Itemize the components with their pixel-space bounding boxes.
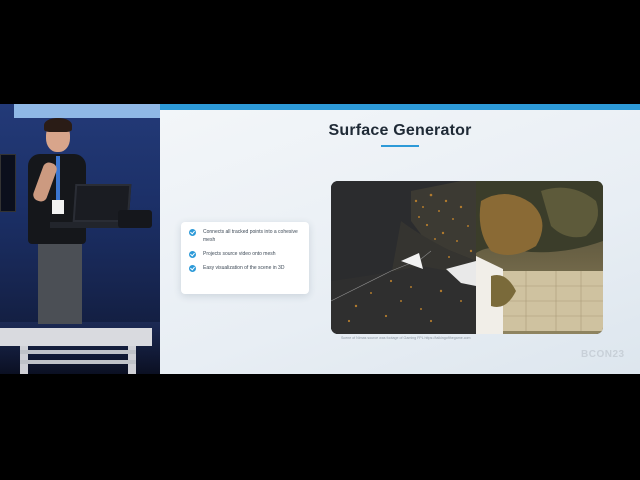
podium-rail bbox=[20, 360, 136, 364]
speaker-hair bbox=[44, 118, 72, 132]
speaker-badge bbox=[52, 200, 64, 214]
check-circle-icon bbox=[189, 251, 196, 258]
speaker-legs bbox=[38, 244, 82, 324]
bullet-text: Connects all tracked points into a cohes… bbox=[203, 229, 298, 243]
slide-top-bar bbox=[160, 104, 640, 110]
presentation-slide: Surface Generator Connects all tracked p… bbox=[160, 104, 640, 374]
mesh-comparison-image bbox=[331, 181, 603, 334]
background-screen bbox=[14, 104, 160, 118]
camera-device bbox=[118, 210, 152, 228]
bullet-card: Connects all tracked points into a cohes… bbox=[181, 222, 309, 294]
speaker-camera-view bbox=[0, 104, 160, 374]
check-circle-icon bbox=[189, 265, 196, 272]
bullet-item: Projects source video onto mesh bbox=[189, 250, 303, 258]
image-caption: Scene of Nimas source was footage of Gam… bbox=[341, 336, 471, 340]
title-underline bbox=[381, 145, 419, 147]
podium bbox=[0, 328, 152, 346]
podium-rail bbox=[20, 350, 136, 354]
bullet-text: Easy visualization of the scene in 3D bbox=[203, 265, 285, 271]
video-frame: Surface Generator Connects all tracked p… bbox=[0, 0, 640, 480]
bullet-item: Easy visualization of the scene in 3D bbox=[189, 264, 303, 272]
speaker-lanyard bbox=[56, 156, 60, 204]
bullet-text: Projects source video onto mesh bbox=[203, 251, 276, 257]
slide-title: Surface Generator bbox=[328, 122, 472, 139]
mesh-render-graphic bbox=[331, 181, 603, 334]
bullet-item: Connects all tracked points into a cohes… bbox=[189, 228, 303, 244]
check-circle-icon bbox=[189, 229, 196, 236]
stage-monitor bbox=[0, 154, 16, 212]
conference-watermark: BCON23 bbox=[581, 349, 625, 360]
